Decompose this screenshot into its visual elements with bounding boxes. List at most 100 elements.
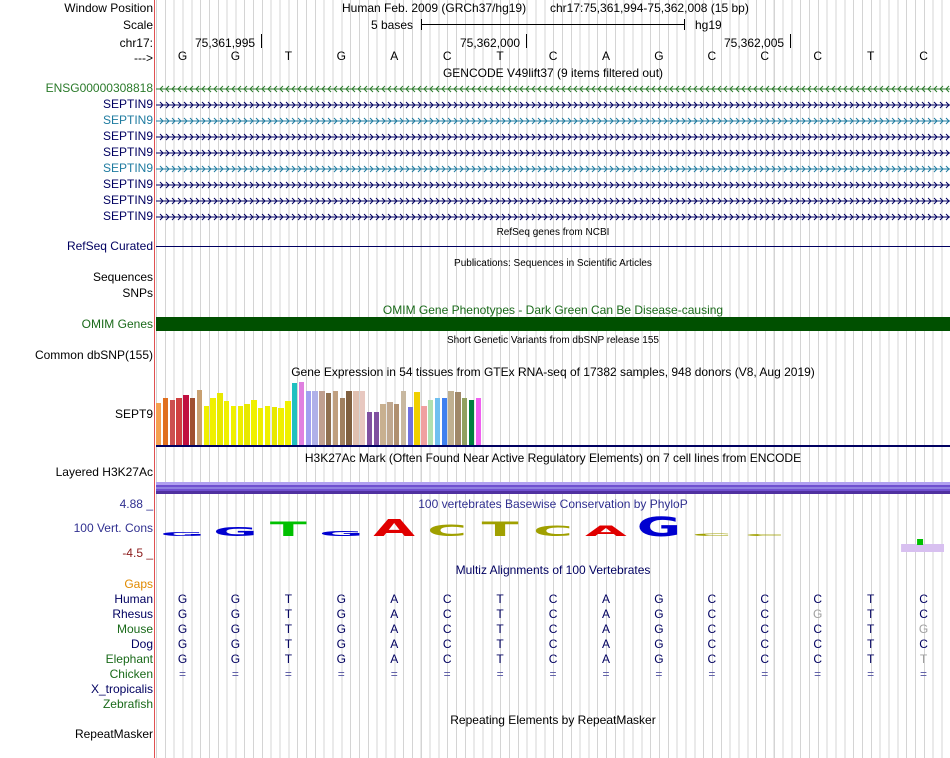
gencode-transcript[interactable] xyxy=(156,164,950,174)
gtex-tissue-bar[interactable] xyxy=(156,403,162,445)
multiz-species-label[interactable]: Chicken xyxy=(110,667,153,681)
gtex-tissue-bar[interactable] xyxy=(366,412,373,445)
scale-label[interactable]: Scale xyxy=(123,18,153,32)
gtex-tissue-bar[interactable] xyxy=(394,404,400,445)
multiz-species-label[interactable]: Mouse xyxy=(117,622,153,636)
gtex-tissue-bar[interactable] xyxy=(400,391,407,445)
gtex-tissue-bar[interactable] xyxy=(298,382,305,445)
gaps-label[interactable]: Gaps xyxy=(124,577,153,591)
gencode-item-label[interactable]: ENSG00000308818 xyxy=(46,81,153,95)
gtex-tissue-bar[interactable] xyxy=(203,406,210,445)
sequences-label[interactable]: Sequences xyxy=(93,270,153,284)
gtex-tissue-bar[interactable] xyxy=(414,392,420,445)
gencode-transcript[interactable] xyxy=(156,180,950,190)
phylop-negative-letter[interactable] xyxy=(917,539,924,545)
genome-browser-image[interactable]: Window Position Scale chr17: ---> Human … xyxy=(0,0,950,758)
gtex-tissue-bar[interactable] xyxy=(468,400,475,445)
repeatmasker-label[interactable]: RepeatMasker xyxy=(75,727,153,741)
phylop-label[interactable]: 100 Vert. Cons xyxy=(74,521,153,535)
phylop-letter[interactable]: C xyxy=(427,521,467,540)
gtex-label[interactable]: SEPT9 xyxy=(115,407,153,421)
chrom-label[interactable]: chr17: xyxy=(120,36,153,50)
gtex-tissue-bar[interactable] xyxy=(183,395,189,445)
phylop-title[interactable]: 100 vertebrates Basewise Conservation by… xyxy=(156,497,950,511)
multiz-title[interactable]: Multiz Alignments of 100 Vertebrates xyxy=(156,563,950,577)
omim-label[interactable]: OMIM Genes xyxy=(82,317,153,331)
gtex-tissue-bar[interactable] xyxy=(162,398,169,445)
gencode-item-label[interactable]: SEPTIN9 xyxy=(103,113,153,127)
phylop-letter[interactable]: G xyxy=(160,531,204,537)
gencode-item-label[interactable]: SEPTIN9 xyxy=(103,209,153,223)
gtex-tissue-bar[interactable] xyxy=(292,383,298,445)
gtex-tissue-bar[interactable] xyxy=(305,391,312,445)
phylop-letter[interactable]: G xyxy=(213,525,257,539)
snps-label[interactable]: SNPs xyxy=(122,286,153,300)
gtex-tissue-bar[interactable] xyxy=(407,407,414,445)
gtex-tissue-bar[interactable] xyxy=(455,392,461,445)
gencode-transcript[interactable] xyxy=(156,212,950,222)
gencode-transcript[interactable] xyxy=(156,196,950,206)
gtex-title[interactable]: Gene Expression in 54 tissues from GTEx … xyxy=(156,365,950,379)
gtex-tissue-bar[interactable] xyxy=(278,408,284,445)
gencode-item-label[interactable]: SEPTIN9 xyxy=(103,145,153,159)
gtex-tissue-bar[interactable] xyxy=(217,393,223,445)
gtex-tissue-bar[interactable] xyxy=(264,406,271,445)
dbsnp-title[interactable]: Short Genetic Variants from dbSNP releas… xyxy=(156,334,950,348)
refseq-line[interactable] xyxy=(156,246,950,247)
gencode-item-label[interactable]: SEPTIN9 xyxy=(103,129,153,143)
gtex-tissue-bar[interactable] xyxy=(258,408,264,445)
phylop-letter[interactable]: G xyxy=(637,511,681,543)
gtex-tissue-bar[interactable] xyxy=(332,391,339,445)
gtex-tissue-bar[interactable] xyxy=(448,391,454,445)
gtex-tissue-bar[interactable] xyxy=(224,401,230,445)
phylop-letter[interactable]: C xyxy=(533,523,573,540)
gtex-tissue-bar[interactable] xyxy=(421,406,427,445)
strand-label[interactable]: ---> xyxy=(134,51,153,65)
gencode-item-label[interactable]: SEPTIN9 xyxy=(103,97,153,111)
gtex-tissue-bar[interactable] xyxy=(251,400,257,445)
gtex-tissue-bar[interactable] xyxy=(237,406,244,445)
gtex-tissue-bar[interactable] xyxy=(339,398,346,445)
gencode-item-label[interactable]: SEPTIN9 xyxy=(103,161,153,175)
gtex-tissue-bar[interactable] xyxy=(360,391,366,445)
phylop-letter[interactable]: T xyxy=(270,518,307,541)
gtex-tissue-bar[interactable] xyxy=(230,406,237,445)
h3k27ac-label[interactable]: Layered H3K27Ac xyxy=(56,465,153,479)
gencode-transcript[interactable] xyxy=(156,132,950,142)
refseq-title[interactable]: RefSeq genes from NCBI xyxy=(156,226,950,240)
gencode-transcript[interactable] xyxy=(156,84,950,94)
gtex-tissue-bar[interactable] xyxy=(312,391,318,445)
repeatmasker-title[interactable]: Repeating Elements by RepeatMasker xyxy=(156,713,950,727)
phylop-letter[interactable]: G xyxy=(319,529,363,537)
window-position-label[interactable]: Window Position xyxy=(64,1,153,15)
gtex-tissue-bar[interactable] xyxy=(441,398,448,445)
gtex-tissue-bar[interactable] xyxy=(380,404,386,445)
publications-title[interactable]: Publications: Sequences in Scientific Ar… xyxy=(156,257,950,271)
gtex-tissue-bar[interactable] xyxy=(353,391,359,445)
refseq-label[interactable]: RefSeq Curated xyxy=(67,239,153,253)
gencode-transcript[interactable] xyxy=(156,148,950,158)
gtex-tissue-bar[interactable] xyxy=(346,391,352,445)
gtex-tissue-bar[interactable] xyxy=(190,398,196,445)
gtex-tissue-bar[interactable] xyxy=(428,400,434,445)
gencode-transcript[interactable] xyxy=(156,116,950,126)
gtex-tissue-bar[interactable] xyxy=(387,402,393,445)
gtex-tissue-bar[interactable] xyxy=(196,390,203,445)
phylop-letter[interactable]: A xyxy=(373,514,415,541)
gtex-tissue-bar[interactable] xyxy=(176,398,182,445)
gtex-tissue-bar[interactable] xyxy=(210,398,216,445)
gencode-transcript[interactable] xyxy=(156,100,950,110)
phylop-letter[interactable]: C xyxy=(745,534,785,537)
gtex-tissue-bar[interactable] xyxy=(319,391,325,445)
omim-feature-bar[interactable] xyxy=(156,317,950,331)
gtex-tissue-bar[interactable] xyxy=(475,398,482,445)
gtex-tissue-bar[interactable] xyxy=(373,412,380,445)
gtex-tissue-bar[interactable] xyxy=(285,401,291,445)
multiz-species-label[interactable]: Dog xyxy=(131,637,153,651)
h3k27ac-signal[interactable] xyxy=(156,482,950,494)
phylop-letter[interactable]: A xyxy=(585,523,627,540)
gencode-title[interactable]: GENCODE V49lift37 (9 items filtered out) xyxy=(156,66,950,80)
gtex-bar-chart[interactable] xyxy=(156,380,556,445)
phylop-letter[interactable]: C xyxy=(692,533,732,537)
gtex-tissue-bar[interactable] xyxy=(169,400,176,445)
